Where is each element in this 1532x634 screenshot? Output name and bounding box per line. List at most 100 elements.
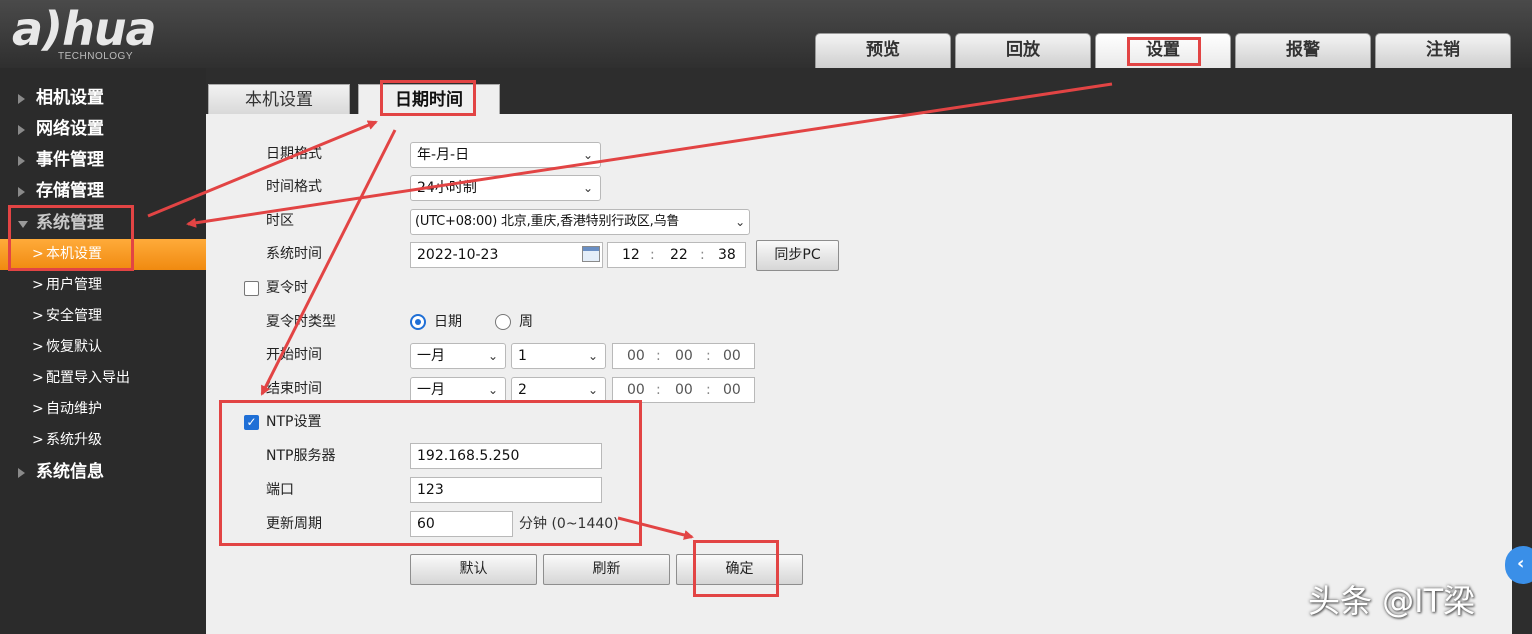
- highlight-box-settings-tab: [1127, 37, 1201, 66]
- sidebar-item-auto-maintenance[interactable]: > 自动维护: [0, 394, 206, 425]
- highlight-box-system-management: [8, 205, 134, 271]
- start-month-select[interactable]: 一月 ⌄: [410, 343, 506, 369]
- timezone-select[interactable]: (UTC+08:00) 北京,重庆,香港特别行政区,乌鲁 ⌄: [410, 209, 750, 235]
- minute-value: 22: [670, 247, 688, 263]
- timezone-label: 时区: [266, 213, 294, 229]
- expand-triangle-icon: [18, 156, 25, 166]
- hour-value: 00: [627, 348, 645, 364]
- sidebar-item-label: 恢复默认: [46, 339, 102, 355]
- expand-triangle-icon: [18, 94, 25, 104]
- sidebar-item-label: 配置导入导出: [46, 370, 130, 386]
- calendar-icon[interactable]: [582, 246, 600, 262]
- expand-triangle-icon: [18, 125, 25, 135]
- nav-tab-logout[interactable]: 注销: [1375, 33, 1511, 68]
- time-format-label: 时间格式: [266, 179, 322, 195]
- time-format-select[interactable]: 24小时制 ⌄: [410, 175, 601, 201]
- sidebar-item-label: 系统升级: [46, 432, 102, 448]
- second-value: 38: [718, 247, 736, 263]
- start-time-input[interactable]: 00 : 00 : 00: [612, 343, 755, 369]
- chevron-right-icon: >: [32, 339, 44, 355]
- sidebar-group-camera[interactable]: 相机设置: [0, 83, 206, 114]
- dst-type-date-label: 日期: [434, 314, 462, 330]
- sidebar-item-system-upgrade[interactable]: > 系统升级: [0, 425, 206, 456]
- system-date-value: 2022-10-23: [417, 247, 499, 263]
- nav-tab-playback[interactable]: 回放: [955, 33, 1091, 68]
- chevron-down-icon: ⌄: [587, 349, 598, 363]
- chevron-down-icon: ⌄: [487, 383, 498, 397]
- sidebar-group-label: 事件管理: [36, 150, 104, 170]
- dst-type-date-radio[interactable]: [410, 314, 426, 330]
- highlight-box-confirm-button: [693, 540, 779, 597]
- sidebar-group-label: 存储管理: [36, 181, 104, 201]
- sidebar-group-system-info[interactable]: 系统信息: [0, 457, 206, 488]
- end-time-label: 结束时间: [266, 381, 322, 397]
- expand-triangle-icon: [18, 187, 25, 197]
- logo-subtitle: TECHNOLOGY: [58, 51, 134, 62]
- start-time-label: 开始时间: [266, 347, 322, 363]
- minute-value: 00: [675, 382, 693, 398]
- refresh-button[interactable]: 刷新: [543, 554, 670, 585]
- start-day-select[interactable]: 1 ⌄: [511, 343, 606, 369]
- system-time-label: 系统时间: [266, 246, 322, 262]
- second-value: 00: [723, 348, 741, 364]
- dst-checkbox[interactable]: [244, 281, 259, 296]
- default-button[interactable]: 默认: [410, 554, 537, 585]
- sidebar-item-label: 自动维护: [46, 401, 102, 417]
- chevron-down-icon: ⌄: [582, 148, 593, 162]
- start-day-value: 1: [518, 348, 527, 364]
- chevron-down-icon: ⌄: [582, 181, 593, 195]
- chevron-down-icon: ⌄: [587, 383, 598, 397]
- chevron-down-icon: ⌄: [733, 210, 745, 234]
- chevron-right-icon: >: [32, 277, 44, 293]
- sidebar-group-storage[interactable]: 存储管理: [0, 176, 206, 207]
- highlight-box-ntp-settings: [219, 400, 642, 546]
- sidebar-group-event[interactable]: 事件管理: [0, 145, 206, 176]
- sidebar: 相机设置 网络设置 事件管理 存储管理 系统管理 > 本机设置 > 用户管理 >…: [0, 68, 206, 634]
- time-separator: :: [650, 247, 655, 263]
- system-time-input[interactable]: 12 : 22 : 38: [607, 242, 746, 268]
- time-separator: :: [706, 348, 711, 364]
- content-area: 本机设置 日期时间 日期格式 年-月-日 ⌄ 时间格式 24小时制 ⌄ 时区 (…: [206, 68, 1532, 634]
- second-value: 00: [723, 382, 741, 398]
- dahua-logo: a)hua TECHNOLOGY: [12, 2, 187, 64]
- tab-local-settings[interactable]: 本机设置: [208, 84, 350, 114]
- sidebar-group-label: 系统信息: [36, 462, 104, 482]
- logo-text: a)hua: [12, 2, 157, 56]
- time-separator: :: [706, 382, 711, 398]
- date-format-select[interactable]: 年-月-日 ⌄: [410, 142, 601, 168]
- time-format-value: 24小时制: [417, 180, 477, 196]
- sidebar-item-restore-default[interactable]: > 恢复默认: [0, 332, 206, 363]
- time-separator: :: [700, 247, 705, 263]
- watermark-text: 头条 @IT梁: [1308, 582, 1476, 620]
- sync-pc-button[interactable]: 同步PC: [756, 240, 839, 271]
- start-month-value: 一月: [417, 348, 445, 364]
- highlight-box-date-time-tab: [380, 80, 476, 116]
- dst-type-week-label: 周: [519, 314, 533, 330]
- header-bar: a)hua TECHNOLOGY 预览 回放 设置 报警 注销: [0, 0, 1532, 68]
- hour-value: 00: [627, 382, 645, 398]
- date-format-value: 年-月-日: [417, 147, 470, 163]
- sidebar-item-config-import-export[interactable]: > 配置导入导出: [0, 363, 206, 394]
- sidebar-item-label: 安全管理: [46, 308, 102, 324]
- time-separator: :: [656, 382, 661, 398]
- chevron-right-icon: >: [32, 308, 44, 324]
- expand-triangle-icon: [18, 468, 25, 478]
- nav-tab-alarm[interactable]: 报警: [1235, 33, 1371, 68]
- dst-type-label: 夏令时类型: [266, 314, 336, 330]
- dst-label: 夏令时: [266, 280, 308, 296]
- sidebar-item-label: 用户管理: [46, 277, 102, 293]
- date-time-panel: 日期格式 年-月-日 ⌄ 时间格式 24小时制 ⌄ 时区 (UTC+08:00)…: [206, 114, 1512, 634]
- time-separator: :: [656, 348, 661, 364]
- chevron-down-icon: ⌄: [487, 349, 498, 363]
- chevron-right-icon: >: [32, 432, 44, 448]
- sidebar-item-security[interactable]: > 安全管理: [0, 301, 206, 332]
- system-date-input[interactable]: 2022-10-23: [410, 242, 603, 268]
- dst-type-week-radio[interactable]: [495, 314, 511, 330]
- nav-tab-preview[interactable]: 预览: [815, 33, 951, 68]
- hour-value: 12: [622, 247, 640, 263]
- end-day-value: 2: [518, 382, 527, 398]
- collapse-panel-button[interactable]: ‹: [1505, 546, 1532, 584]
- sidebar-item-user-management[interactable]: > 用户管理: [0, 270, 206, 301]
- timezone-value: (UTC+08:00) 北京,重庆,香港特别行政区,乌鲁: [415, 214, 680, 229]
- sidebar-group-network[interactable]: 网络设置: [0, 114, 206, 145]
